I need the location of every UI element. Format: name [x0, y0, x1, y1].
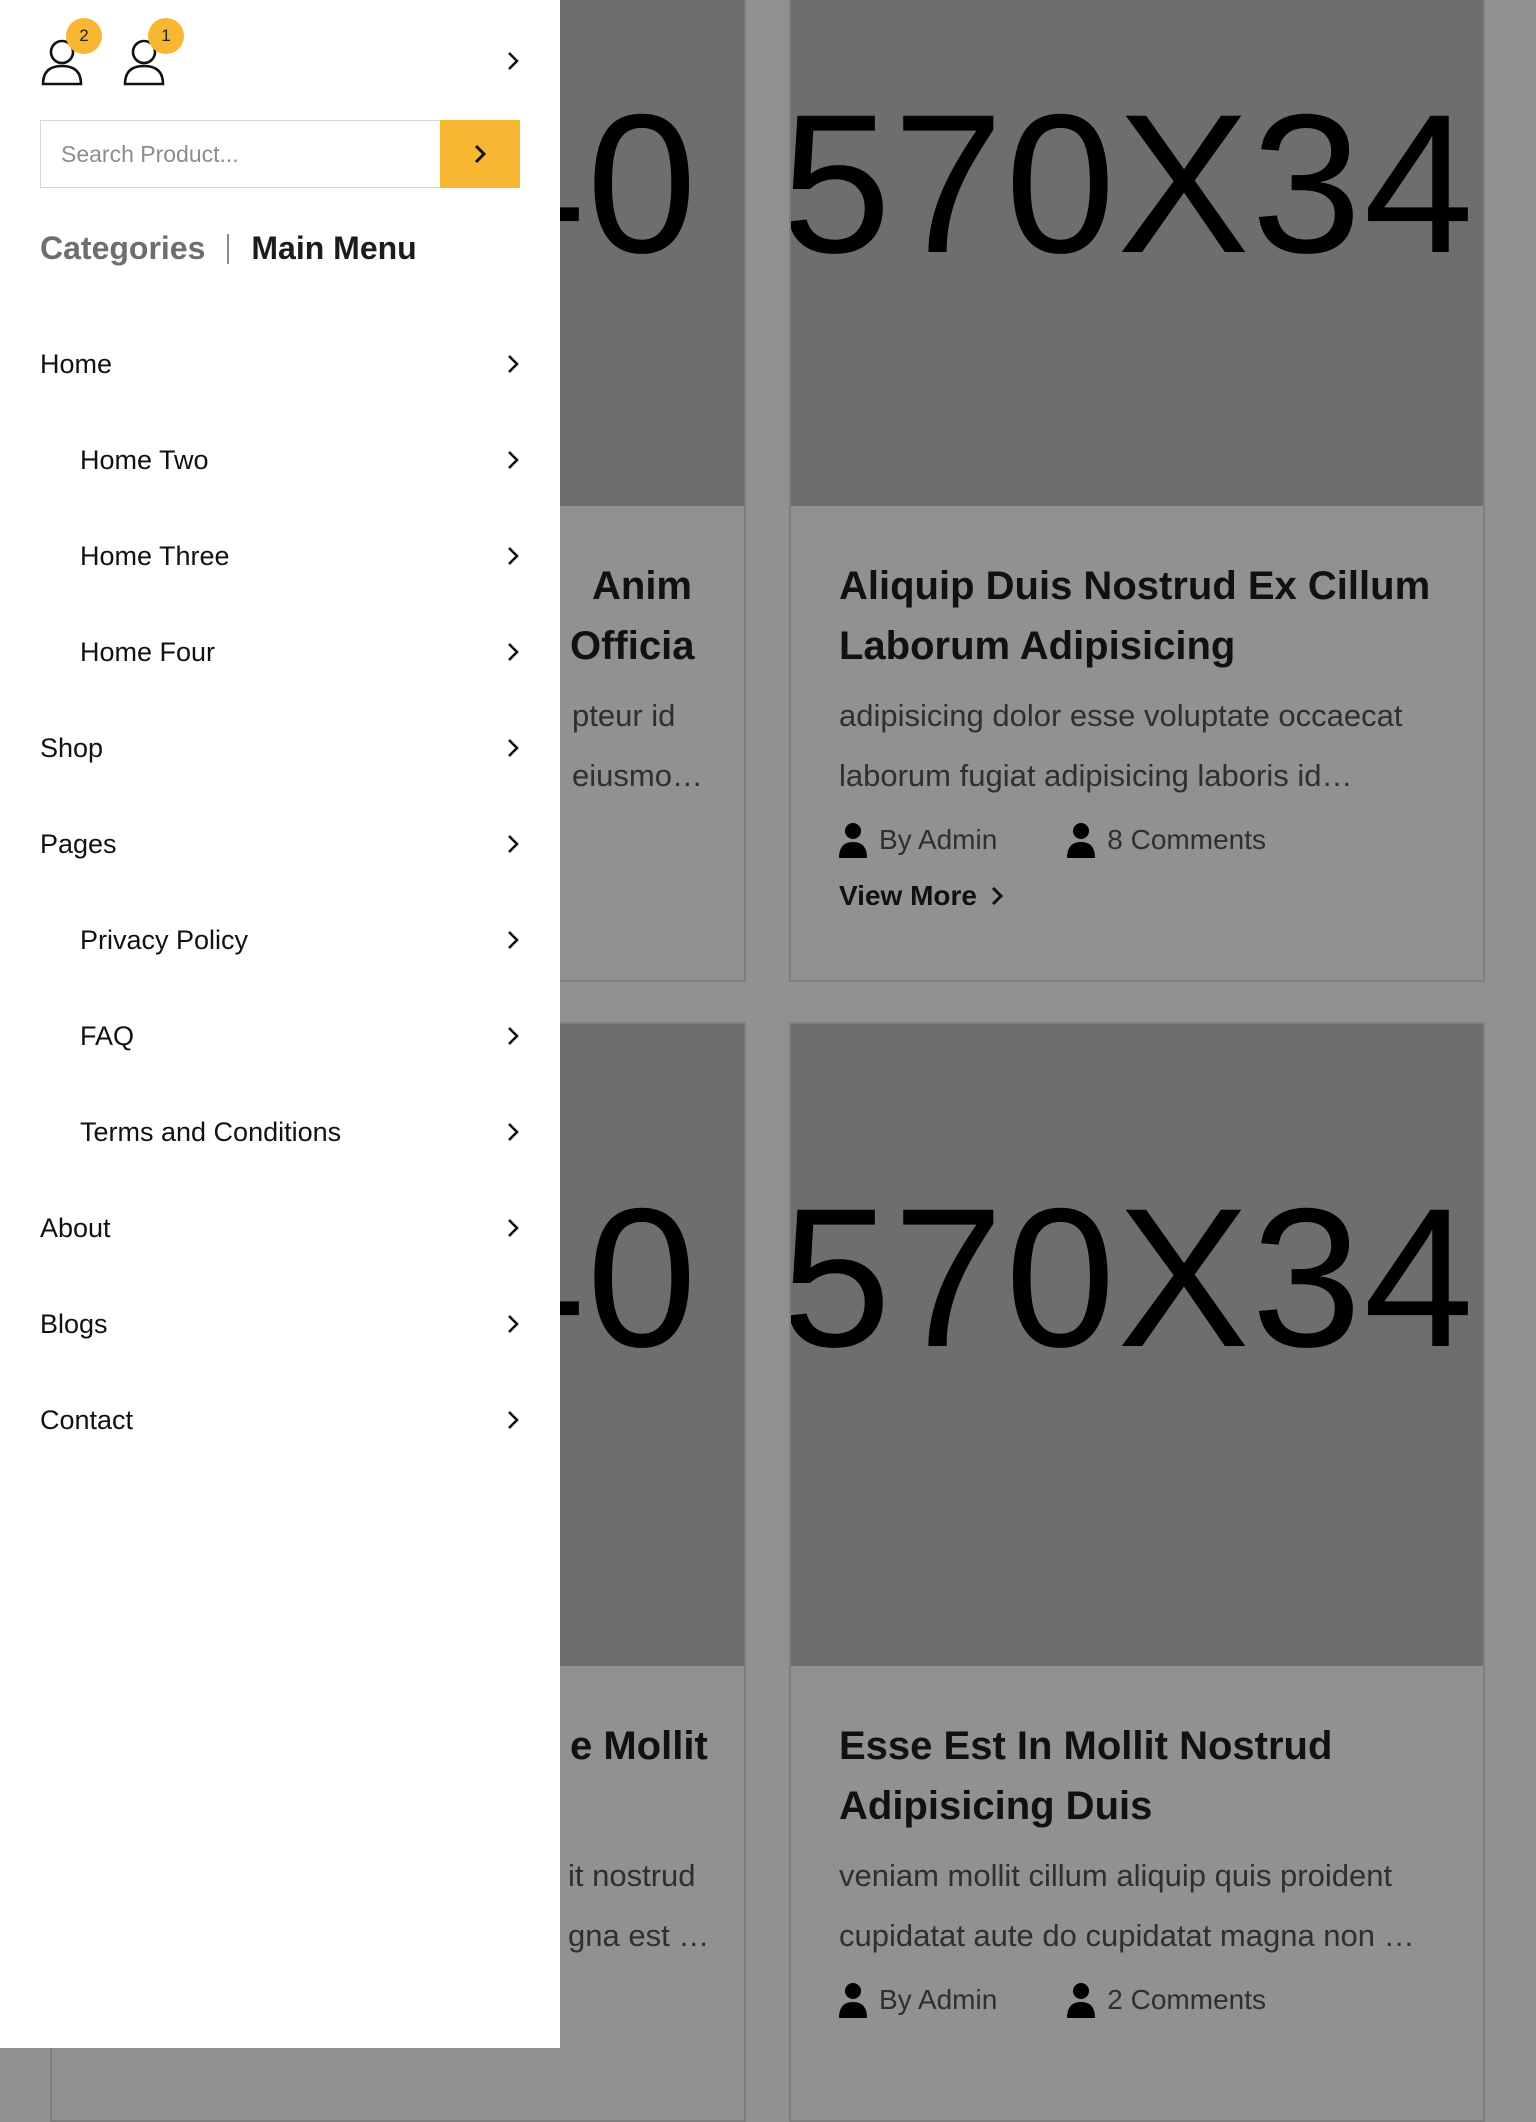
post-title-line: Officia — [570, 624, 695, 668]
tab-categories[interactable]: Categories — [40, 230, 205, 267]
post-meta: By Admin 8 Comments — [839, 822, 1435, 858]
post-author[interactable]: By Admin — [839, 1982, 997, 2018]
post-comments-label: 2 Comments — [1107, 1984, 1266, 2015]
menu-item-home-four[interactable]: Home Four — [40, 604, 520, 700]
menu-item-label: FAQ — [80, 1020, 135, 1051]
chevron-right-icon — [508, 1315, 519, 1333]
menu-item-label: Privacy Policy — [80, 924, 249, 955]
menu-item-pages[interactable]: Pages — [40, 796, 520, 892]
post-comments[interactable]: 2 Comments — [1067, 1982, 1266, 2018]
post-comments-label: 8 Comments — [1107, 824, 1266, 855]
menu-item-label: Home Three — [80, 540, 230, 571]
chevron-right-icon — [508, 1123, 519, 1141]
post-author-label: By Admin — [879, 824, 998, 855]
menu-item-about[interactable]: About — [40, 1180, 520, 1276]
menu-item-label: Terms and Conditions — [80, 1116, 342, 1147]
blog-card[interactable]: 570X340 Esse Est In Mollit Nostrud Adipi… — [789, 1022, 1485, 2122]
blog-card[interactable]: 570X340 Aliquip Duis Nostrud Ex Cillum L… — [789, 0, 1485, 982]
menu-item-shop[interactable]: Shop — [40, 700, 520, 796]
post-excerpt: veniam mollit cillum aliquip quis proide… — [839, 1858, 1415, 1953]
menu-item-label: About — [40, 1212, 111, 1243]
post-author-label: By Admin — [879, 1984, 998, 2015]
post-title[interactable]: e Mollit — [570, 1716, 708, 1836]
post-title-line: Anim — [592, 564, 692, 608]
post-excerpt: it nostrud gna est … — [568, 1846, 709, 1966]
search-submit-button[interactable] — [440, 120, 520, 188]
post-excerpt: adipisicing dolor esse voluptate occaeca… — [839, 698, 1403, 793]
post-comments[interactable]: 8 Comments — [1067, 822, 1266, 858]
menu-item-contact[interactable]: Contact — [40, 1372, 520, 1468]
view-more-link[interactable]: View More — [839, 880, 1435, 912]
account-button[interactable]: 1 — [122, 18, 184, 86]
chevron-right-icon — [474, 144, 487, 164]
main-menu-list: Home Home Two Home Three Home Four Shop Pages… — [40, 316, 520, 1468]
user-icon — [839, 1983, 867, 2018]
menu-item-label: Shop — [40, 732, 104, 763]
menu-item-home-three[interactable]: Home Three — [40, 508, 520, 604]
post-excerpt-line: it nostrud — [568, 1858, 696, 1893]
post-excerpt-line: gna est … — [568, 1918, 710, 1953]
chevron-right-icon — [508, 547, 519, 565]
user-icon — [1067, 1983, 1096, 2018]
user-icon — [839, 823, 867, 858]
menu-item-label: Contact — [40, 1404, 134, 1435]
post-meta: By Admin 2 Comments — [839, 1982, 1435, 2018]
menu-item-label: Home Two — [80, 444, 209, 475]
chevron-right-icon — [508, 739, 519, 757]
tab-divider — [227, 233, 230, 264]
post-title[interactable]: Esse Est In Mollit Nostrud Adipisicing D… — [839, 1716, 1435, 1836]
menu-item-label: Home Four — [80, 636, 216, 667]
chevron-right-icon — [508, 1027, 519, 1045]
menu-item-faq[interactable]: FAQ — [40, 988, 520, 1084]
drawer-header: 2 1 — [40, 18, 520, 90]
thumbnail-placeholder-text: 570X340 — [791, 73, 1483, 294]
menu-item-label: Home — [40, 348, 113, 379]
chevron-right-icon — [508, 835, 519, 853]
post-excerpt-line: pteur id — [572, 698, 676, 733]
chevron-right-icon — [508, 52, 519, 70]
chevron-right-icon — [991, 886, 1003, 906]
view-more-label: View More — [839, 880, 977, 911]
post-author[interactable]: By Admin — [839, 822, 997, 858]
menu-item-terms-and-conditions[interactable]: Terms and Conditions — [40, 1084, 520, 1180]
chevron-right-icon — [508, 451, 519, 469]
chevron-right-icon — [508, 1411, 519, 1429]
mobile-menu-drawer: 2 1 Categories Main Menu HomeHome TwoHom… — [0, 0, 560, 2048]
menu-item-privacy-policy[interactable]: Privacy Policy — [40, 892, 520, 988]
menu-item-label: Blogs — [40, 1308, 108, 1339]
notification-badge: 1 — [148, 18, 184, 54]
user-icon — [1067, 823, 1096, 858]
close-drawer-button[interactable] — [506, 50, 520, 77]
thumbnail-placeholder-text: 570X340 — [791, 1167, 1483, 1388]
menu-item-label: Pages — [40, 828, 117, 859]
chevron-right-icon — [508, 355, 519, 373]
post-title[interactable]: Anim Officia — [570, 556, 696, 676]
post-excerpt-line: eiusmo… — [572, 758, 703, 793]
search-input[interactable] — [40, 120, 440, 188]
post-excerpt: pteur id eiusmo… — [572, 686, 703, 806]
chevron-right-icon — [508, 643, 519, 661]
search-bar — [40, 120, 520, 188]
post-thumbnail: 570X340 — [791, 0, 1483, 506]
menu-item-home-two[interactable]: Home Two — [40, 412, 520, 508]
post-title-line: e Mollit — [570, 1724, 708, 1768]
post-title[interactable]: Aliquip Duis Nostrud Ex Cillum Laborum A… — [839, 556, 1435, 676]
chevron-right-icon — [508, 931, 519, 949]
chevron-right-icon — [508, 1219, 519, 1237]
post-thumbnail: 570X340 — [791, 1024, 1483, 1666]
menu-item-home[interactable]: Home — [40, 316, 520, 412]
account-button[interactable]: 2 — [40, 18, 102, 86]
notification-badge: 2 — [66, 18, 102, 54]
menu-item-blogs[interactable]: Blogs — [40, 1276, 520, 1372]
drawer-tabs: Categories Main Menu — [40, 230, 417, 267]
tab-main-menu[interactable]: Main Menu — [251, 230, 416, 267]
